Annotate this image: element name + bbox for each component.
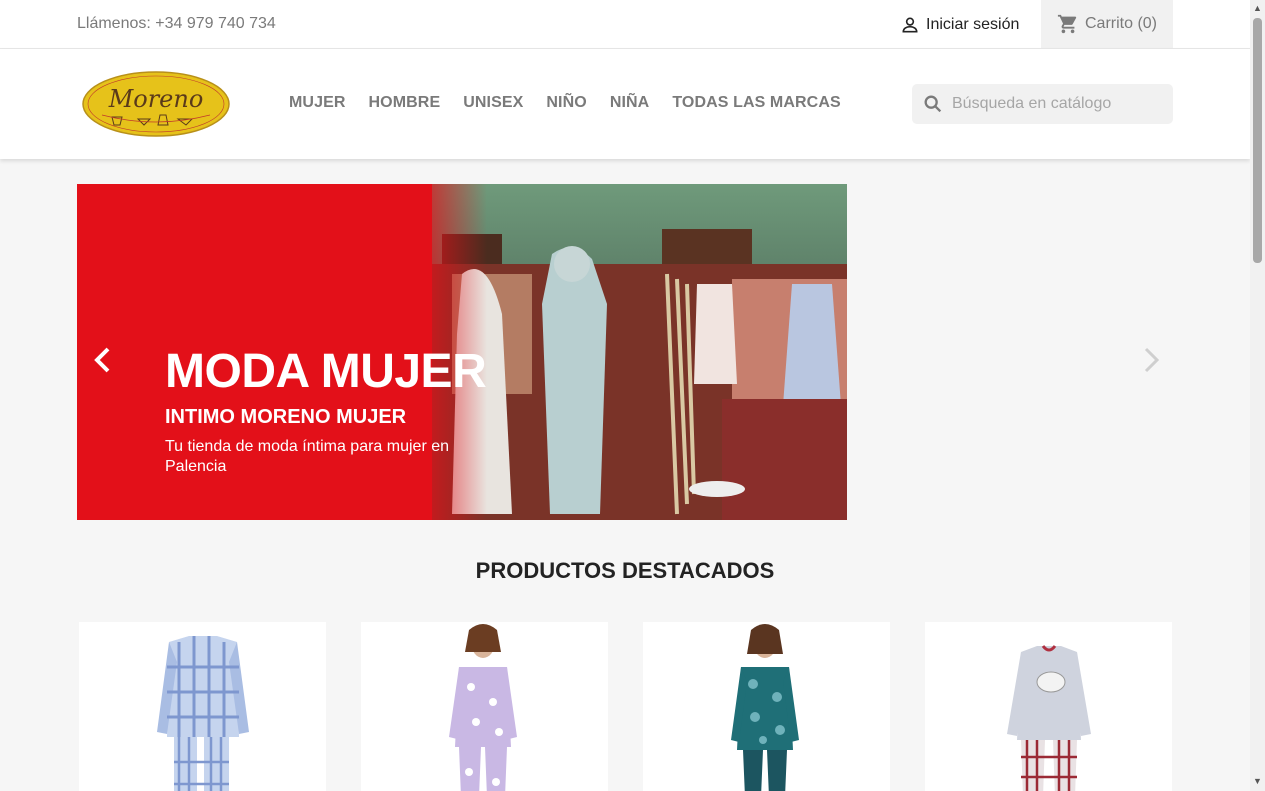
sign-in-label: Iniciar sesión (926, 16, 1020, 33)
scroll-up-icon[interactable]: ▲ (1253, 3, 1262, 13)
shopping-cart-icon (1057, 14, 1077, 34)
product-image (1007, 645, 1091, 791)
slide-subtitle: INTIMO MORENO MUJER (165, 406, 407, 428)
search-input[interactable] (952, 95, 1162, 113)
main-navigation: MUJER HOMBRE UNISEX NIÑO NIÑA TODAS LAS … (289, 94, 841, 112)
nav-hombre[interactable]: HOMBRE (369, 94, 441, 112)
product-image (449, 624, 517, 791)
scroll-down-icon[interactable]: ▼ (1253, 776, 1262, 786)
scroll-thumb[interactable] (1253, 18, 1262, 263)
cart-label: Carrito (0) (1084, 15, 1157, 32)
store-photo (432, 184, 847, 520)
top-bar: Llámenos: +34 979 740 734 Iniciar sesión… (0, 0, 1250, 49)
nav-mujer[interactable]: MUJER (289, 94, 346, 112)
nav-all-brands[interactable]: TODAS LAS MARCAS (672, 94, 840, 112)
product-card[interactable] (925, 622, 1172, 791)
product-card[interactable] (643, 622, 890, 791)
product-image (731, 624, 799, 791)
cart-button[interactable]: Carrito (0) (1041, 0, 1173, 48)
featured-products-title: PRODUCTOS DESTACADOS (475, 558, 775, 583)
featured-products-list (79, 622, 1172, 791)
slider-prev-arrow[interactable] (90, 345, 114, 375)
phone-contact[interactable]: Llámenos: +34 979 740 734 (77, 15, 276, 33)
search-box (912, 84, 1173, 124)
user-icon (902, 17, 918, 33)
product-image (157, 636, 249, 791)
nav-nina[interactable]: NIÑA (610, 94, 650, 112)
nav-nino[interactable]: NIÑO (546, 94, 586, 112)
chevron-right-icon (1144, 347, 1160, 373)
search-icon[interactable] (922, 93, 944, 115)
store-logo[interactable]: Moreno (82, 71, 230, 137)
page-scrollbar[interactable]: ▲ ▼ (1250, 0, 1265, 791)
hero-slider: MODA MUJER INTIMO MORENO MUJER Tu tienda… (77, 184, 847, 520)
slide-description: Tu tienda de moda íntima para mujer en P… (165, 438, 450, 475)
product-card[interactable] (361, 622, 608, 791)
nav-unisex[interactable]: UNISEX (463, 94, 523, 112)
product-card[interactable] (79, 622, 326, 791)
sign-in-link[interactable]: Iniciar sesión (900, 13, 1019, 37)
main-header: Moreno MUJER HOMBRE UNISEX NIÑO NIÑA TOD… (0, 49, 1250, 159)
slider-next-arrow[interactable] (1140, 345, 1164, 375)
logo-text: Moreno (108, 85, 204, 113)
chevron-left-icon (94, 347, 110, 373)
slide-title: MODA MUJER (165, 345, 487, 398)
